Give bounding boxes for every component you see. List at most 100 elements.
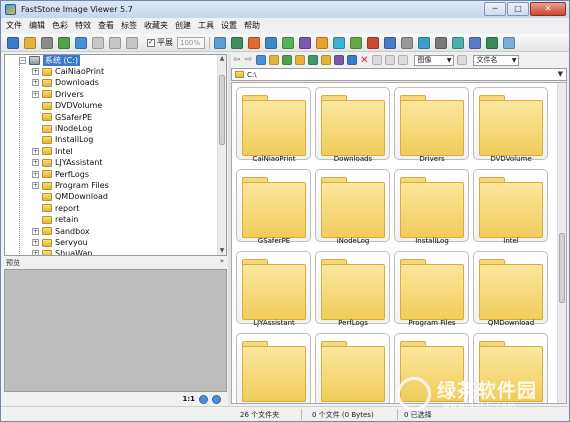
toolbar-tool-icon[interactable] [350, 36, 362, 49]
fit-preview-icon[interactable] [199, 394, 208, 404]
tree-item[interactable]: + Program Files [32, 180, 226, 191]
file-type-select[interactable]: 图像 ▼ [414, 54, 455, 66]
folder-thumbnail[interactable] [473, 87, 548, 160]
expand-icon[interactable]: + [32, 159, 39, 167]
expand-icon[interactable]: + [32, 182, 39, 189]
detail-view-icon[interactable] [398, 55, 409, 65]
folder-thumbnail[interactable] [315, 333, 390, 403]
actual-size-button[interactable]: 1:1 [182, 395, 195, 403]
toolbar-tool-icon[interactable] [316, 36, 328, 49]
menu-item[interactable]: 文件 [6, 20, 22, 31]
tree-item[interactable]: + CaiNiaoPrint [32, 66, 226, 77]
thumbnail-view-icon[interactable] [372, 55, 383, 65]
toolbar-tool-icon[interactable] [435, 36, 447, 49]
sort-order-icon[interactable] [457, 55, 468, 65]
minimize-button[interactable]: ─ [484, 2, 506, 16]
collapse-icon[interactable]: − [19, 57, 26, 64]
tree-item[interactable]: report [32, 203, 226, 214]
toolbar-tool-icon[interactable] [299, 36, 311, 49]
tree-item[interactable]: + Sandbox [32, 226, 226, 237]
toolbar-tool-icon[interactable] [418, 36, 430, 49]
pin-icon[interactable]: » [220, 257, 224, 265]
toolbar-tool-icon[interactable] [367, 36, 379, 49]
toolbar-tool-icon[interactable] [333, 36, 345, 49]
toolbar-tool-icon[interactable] [126, 36, 138, 49]
menu-item[interactable]: 色彩 [52, 20, 68, 31]
folder-thumbnail[interactable] [236, 251, 311, 324]
back-arrow-icon[interactable]: ⇦ [233, 55, 241, 65]
preview-settings-icon[interactable] [212, 394, 221, 404]
toolbar-tool-icon[interactable] [24, 36, 36, 49]
thumbnail-scrollbar[interactable] [557, 83, 566, 403]
tree-item[interactable]: + Downloads [32, 77, 226, 88]
browser-tool-icon[interactable] [269, 55, 280, 65]
folder-thumbnail[interactable] [315, 251, 390, 324]
close-button[interactable]: ✕ [530, 2, 566, 16]
folder-thumbnail[interactable] [473, 251, 548, 324]
toolbar-tool-icon[interactable] [503, 36, 515, 49]
tree-item[interactable]: + Intel [32, 146, 226, 157]
browser-tool-icon[interactable] [308, 55, 319, 65]
folder-thumbnail[interactable] [394, 169, 469, 242]
folder-thumbnail[interactable] [473, 169, 548, 242]
toolbar-tool-icon[interactable] [41, 36, 53, 49]
tree-item[interactable]: + Servyou [32, 237, 226, 248]
tree-item[interactable]: retain [32, 214, 226, 225]
folder-thumbnail[interactable] [315, 169, 390, 242]
folder-thumbnail[interactable] [315, 87, 390, 160]
menu-item[interactable]: 标签 [121, 20, 137, 31]
tree-root-drive[interactable]: − 系统 (C:) [19, 55, 226, 66]
menu-item[interactable]: 特效 [75, 20, 91, 31]
fit-checkbox[interactable]: 平展 [147, 37, 173, 48]
forward-arrow-icon[interactable]: ⇨ [245, 55, 253, 65]
toolbar-tool-icon[interactable] [214, 36, 226, 49]
toolbar-tool-icon[interactable] [231, 36, 243, 49]
thumbnail-grid[interactable]: CaiNiaoPrint Downloads Drivers DVDVolume GSa… [231, 82, 567, 404]
zoom-select[interactable]: 100% [177, 36, 205, 49]
browser-tool-icon[interactable] [347, 55, 358, 65]
folder-thumbnail[interactable] [394, 87, 469, 160]
tree-item[interactable]: + LJYAssistant [32, 157, 226, 168]
thumbnail-scroll-thumb[interactable] [559, 233, 565, 303]
folder-thumbnail[interactable] [236, 169, 311, 242]
tree-item[interactable]: GSaferPE [32, 112, 226, 123]
toolbar-tool-icon[interactable] [282, 36, 294, 49]
menu-item[interactable]: 设置 [221, 20, 237, 31]
toolbar-tool-icon[interactable] [265, 36, 277, 49]
tree-item[interactable]: + Drivers [32, 89, 226, 100]
maximize-button[interactable]: □ [507, 2, 529, 16]
tree-item[interactable]: + ShuaWan [32, 248, 226, 255]
scroll-up-icon[interactable]: ▲ [218, 55, 226, 63]
expand-icon[interactable]: + [32, 250, 39, 255]
toolbar-tool-icon[interactable] [75, 36, 87, 49]
folder-thumbnail[interactable] [394, 251, 469, 324]
title-bar[interactable]: FastStone Image Viewer 5.7 ─ □ ✕ [1, 1, 569, 18]
toolbar-tool-icon[interactable] [58, 36, 70, 49]
browser-tool-icon[interactable] [282, 55, 293, 65]
sort-select[interactable]: 文件名 ▼ [473, 54, 520, 66]
folder-thumbnail[interactable] [236, 87, 311, 160]
expand-icon[interactable]: + [32, 227, 39, 235]
tree-item[interactable]: iNodeLog [32, 123, 226, 134]
expand-icon[interactable]: + [32, 147, 39, 155]
expand-icon[interactable]: + [32, 170, 39, 178]
address-bar[interactable]: C:\ ▼ [231, 68, 567, 81]
toolbar-tool-icon[interactable] [92, 36, 104, 49]
menu-item[interactable]: 编辑 [29, 20, 45, 31]
menu-item[interactable]: 工具 [198, 20, 214, 31]
delete-icon[interactable]: ✕ [360, 55, 368, 66]
dropdown-icon[interactable]: ▼ [558, 70, 563, 78]
browser-tool-icon[interactable] [321, 55, 332, 65]
expand-icon[interactable]: + [32, 90, 39, 98]
toolbar-tool-icon[interactable] [486, 36, 498, 49]
toolbar-tool-icon[interactable] [248, 36, 260, 49]
toolbar-tool-icon[interactable] [452, 36, 464, 49]
folder-tree[interactable]: − 系统 (C:) ▲ ▼ + CaiNiaoPrint + Downloads + Dr… [4, 54, 227, 256]
browser-tool-icon[interactable] [295, 55, 306, 65]
browser-tool-icon[interactable] [256, 55, 267, 65]
menu-item[interactable]: 查看 [98, 20, 114, 31]
toolbar-tool-icon[interactable] [7, 36, 19, 49]
tree-item[interactable]: QMDownload [32, 191, 226, 202]
toolbar-tool-icon[interactable] [384, 36, 396, 49]
expand-icon[interactable]: + [32, 239, 39, 246]
